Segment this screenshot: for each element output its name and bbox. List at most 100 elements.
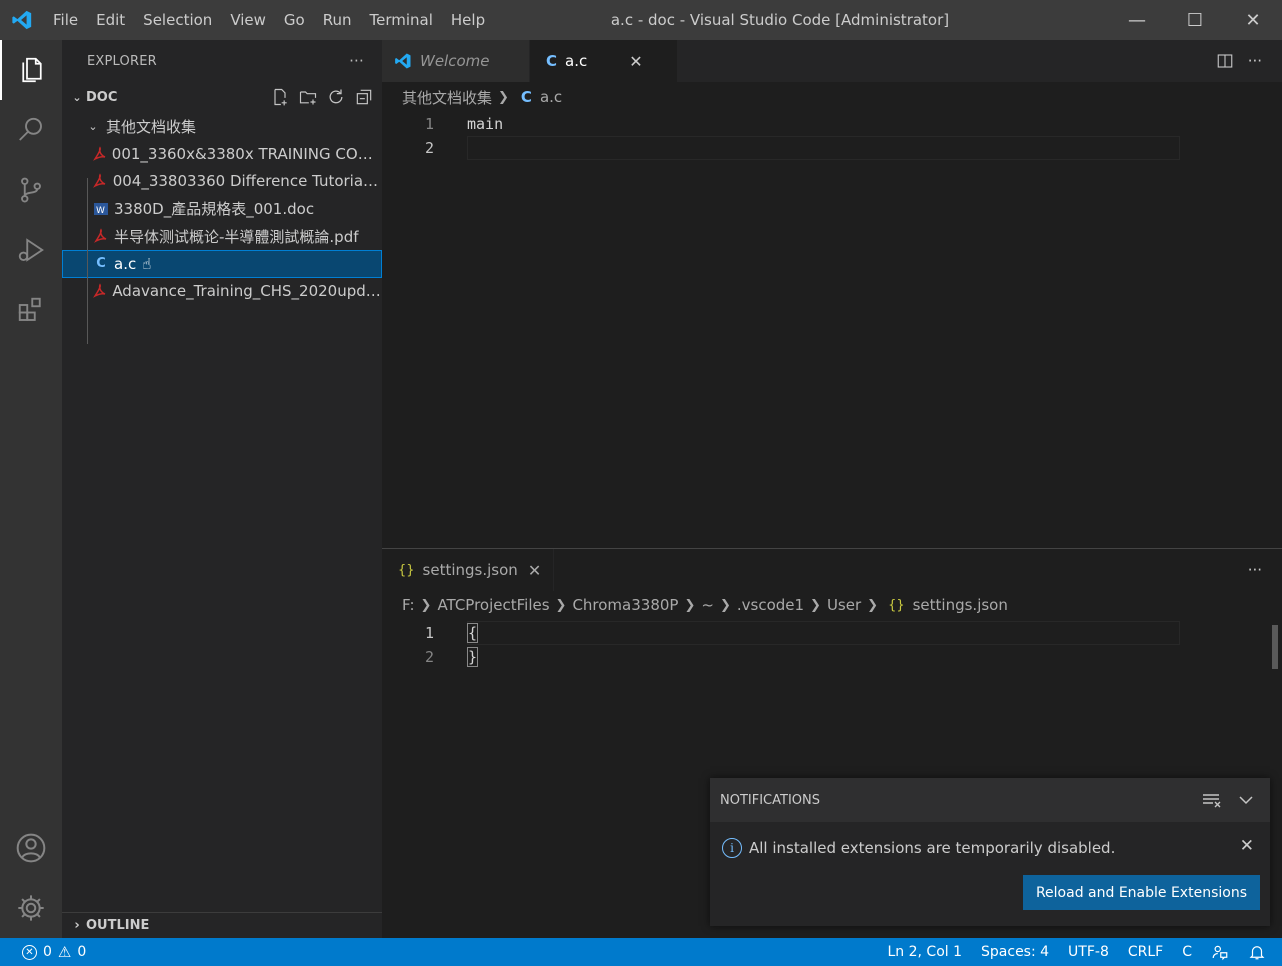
menu-terminal[interactable]: Terminal bbox=[361, 0, 442, 40]
close-notification-button[interactable]: ✕ bbox=[1240, 836, 1254, 856]
menu-help[interactable]: Help bbox=[442, 0, 494, 40]
file-row[interactable]: 001_3360x&3380x TRAINING COURSE... bbox=[62, 140, 382, 168]
breadcrumb-item[interactable]: ATCProjectFiles bbox=[437, 596, 549, 614]
clear-all-icon[interactable] bbox=[1202, 792, 1222, 808]
indentation[interactable]: Spaces: 4 bbox=[981, 944, 1049, 960]
close-tab-button[interactable]: ✕ bbox=[629, 52, 642, 71]
breadcrumb-item[interactable]: Chroma3380P bbox=[572, 596, 678, 614]
problems-indicator[interactable]: ✕ 0 ⚠ 0 bbox=[0, 943, 86, 961]
editor-more-button[interactable]: ··· bbox=[1248, 52, 1262, 70]
breadcrumb-item[interactable]: 其他文档收集 bbox=[402, 87, 492, 108]
warning-count: 0 bbox=[77, 944, 87, 960]
window-title: a.c - doc - Visual Studio Code [Administ… bbox=[610, 11, 950, 29]
folder-row[interactable]: ⌄ 其他文档收集 bbox=[62, 112, 382, 140]
vscode-icon bbox=[395, 53, 411, 69]
chevron-right-icon: ❯ bbox=[555, 597, 567, 613]
vscode-logo-icon bbox=[0, 0, 44, 40]
encoding[interactable]: UTF-8 bbox=[1068, 944, 1109, 960]
file-label: 001_3360x&3380x TRAINING COURSE... bbox=[111, 144, 382, 163]
breadcrumb-item[interactable]: User bbox=[827, 596, 861, 614]
explorer-title: EXPLORER bbox=[87, 53, 157, 69]
editor-tabs: Welcome C a.c ✕ ··· bbox=[382, 40, 1282, 82]
c-file-icon: C bbox=[520, 88, 532, 106]
explorer-more-button[interactable]: ··· bbox=[349, 52, 364, 70]
refresh-icon[interactable] bbox=[326, 87, 346, 107]
breadcrumb-item[interactable]: settings.json bbox=[913, 596, 1008, 614]
explorer-icon[interactable] bbox=[0, 40, 62, 100]
close-window-button[interactable]: ✕ bbox=[1224, 0, 1282, 40]
new-file-icon[interactable] bbox=[270, 87, 290, 107]
maximize-button[interactable]: ☐ bbox=[1166, 0, 1224, 40]
line-text: main bbox=[467, 115, 504, 133]
close-tab-button[interactable]: ✕ bbox=[528, 561, 541, 580]
line-number: 1 bbox=[424, 115, 434, 133]
status-bar-right: Ln 2, Col 1 Spaces: 4 UTF-8 CRLF C bbox=[887, 943, 1282, 961]
code-line: 2 bbox=[382, 136, 1282, 160]
tab-a-c[interactable]: C a.c ✕ bbox=[530, 40, 678, 82]
chevron-right-icon: ❯ bbox=[719, 597, 731, 613]
source-control-icon[interactable] bbox=[0, 160, 62, 220]
end-of-line[interactable]: CRLF bbox=[1128, 944, 1163, 960]
notifications-bell-icon[interactable] bbox=[1248, 943, 1266, 961]
reload-enable-extensions-button[interactable]: Reload and Enable Extensions bbox=[1022, 875, 1260, 910]
scrollbar-thumb[interactable] bbox=[1272, 625, 1278, 669]
breadcrumb-item[interactable]: .vscode1 bbox=[737, 596, 804, 614]
extensions-icon[interactable] bbox=[0, 280, 62, 340]
chevron-down-icon[interactable] bbox=[1238, 792, 1254, 808]
hand-cursor-icon: ☝ bbox=[142, 254, 152, 273]
line-number: 2 bbox=[424, 139, 434, 157]
word-icon: W bbox=[90, 201, 112, 217]
editor-tabs-2: {} settings.json ✕ ··· bbox=[382, 549, 1282, 591]
activity-bar bbox=[0, 40, 62, 938]
tab-welcome[interactable]: Welcome bbox=[382, 40, 530, 82]
file-row[interactable]: 004_33803360 Difference Tutorial_2... bbox=[62, 168, 382, 196]
indent-guide bbox=[87, 178, 88, 344]
code-editor-2[interactable]: 1 { 2 } bbox=[382, 621, 1282, 669]
cursor-position[interactable]: Ln 2, Col 1 bbox=[887, 944, 962, 960]
line-text: } bbox=[467, 647, 479, 667]
workspace-actions bbox=[270, 87, 382, 107]
minimize-button[interactable]: — bbox=[1108, 0, 1166, 40]
tab-label: Welcome bbox=[420, 52, 490, 70]
code-line: 1 main bbox=[382, 112, 1282, 136]
code-line: 1 { bbox=[382, 621, 1282, 645]
file-row[interactable]: W 3380D_產品規格表_001.doc bbox=[62, 195, 382, 223]
outline-section[interactable]: › OUTLINE bbox=[62, 912, 382, 938]
language-mode[interactable]: C bbox=[1182, 944, 1192, 960]
menu-edit[interactable]: Edit bbox=[87, 0, 134, 40]
feedback-icon[interactable] bbox=[1211, 943, 1229, 961]
new-folder-icon[interactable] bbox=[298, 87, 318, 107]
file-row-selected[interactable]: C a.c ☝ bbox=[62, 250, 382, 278]
menu-selection[interactable]: Selection bbox=[134, 0, 221, 40]
code-editor[interactable]: 1 main 2 bbox=[382, 112, 1282, 160]
tab-label: settings.json bbox=[422, 561, 518, 579]
collapse-all-icon[interactable] bbox=[354, 87, 374, 107]
menu-run[interactable]: Run bbox=[314, 0, 361, 40]
search-icon[interactable] bbox=[0, 100, 62, 160]
editor-actions: ··· bbox=[1216, 40, 1262, 82]
file-row[interactable]: Adavance_Training_CHS_2020update... bbox=[62, 278, 382, 306]
split-editor-icon[interactable] bbox=[1216, 52, 1234, 70]
json-icon: {} bbox=[888, 597, 905, 613]
chevron-right-icon: ❯ bbox=[684, 597, 696, 613]
pdf-icon bbox=[90, 228, 112, 244]
menu-file[interactable]: File bbox=[44, 0, 87, 40]
menu-bar: File Edit Selection View Go Run Terminal… bbox=[44, 0, 494, 40]
chevron-down-icon: ⌄ bbox=[88, 119, 98, 133]
file-row[interactable]: 半导体测试概论-半導體測試概論.pdf bbox=[62, 223, 382, 251]
breadcrumb-item[interactable]: ~ bbox=[701, 596, 714, 614]
workspace-section[interactable]: ⌄ DOC bbox=[62, 82, 382, 112]
editor-more-button[interactable]: ··· bbox=[1248, 561, 1262, 579]
run-debug-icon[interactable] bbox=[0, 220, 62, 280]
menu-go[interactable]: Go bbox=[275, 0, 314, 40]
breadcrumb-item[interactable]: a.c bbox=[540, 88, 562, 106]
line-text: { bbox=[467, 623, 479, 643]
account-icon[interactable] bbox=[0, 818, 62, 878]
notifications-title: NOTIFICATIONS bbox=[720, 792, 820, 808]
file-label: 半导体测试概论-半導體測試概論.pdf bbox=[114, 227, 359, 246]
menu-view[interactable]: View bbox=[221, 0, 275, 40]
breadcrumb-item[interactable]: F: bbox=[402, 596, 415, 614]
tab-settings-json[interactable]: {} settings.json ✕ bbox=[382, 549, 555, 591]
settings-gear-icon[interactable] bbox=[0, 878, 62, 938]
file-label: a.c bbox=[114, 254, 137, 273]
